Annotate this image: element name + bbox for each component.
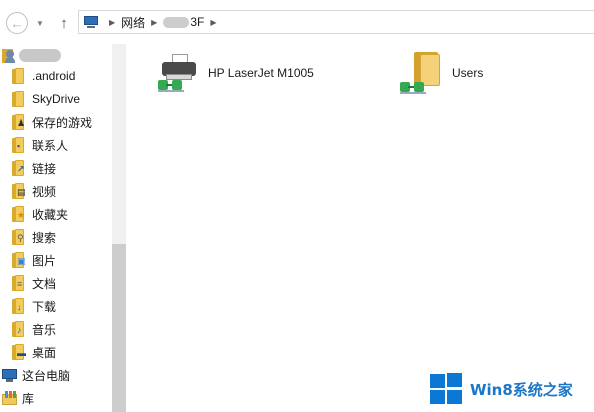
nav-item-label: 搜索 — [32, 230, 57, 245]
videos-folder-icon: ▤ — [12, 183, 26, 199]
up-arrow-icon: ↑ — [60, 14, 68, 32]
nav-item-music[interactable]: ♪ 音乐 — [12, 318, 56, 340]
nav-item-label: 视频 — [32, 184, 57, 199]
nav-item-label: 链接 — [32, 161, 57, 176]
desktop-folder-icon: ▬ — [12, 344, 26, 360]
nav-item-label: 库 — [22, 391, 35, 406]
item-label: HP LaserJet M1005 — [208, 66, 314, 80]
breadcrumb-separator-icon[interactable]: ▶ — [151, 18, 157, 27]
downloads-folder-icon: ↓ — [12, 298, 26, 314]
nav-item-label: 桌面 — [32, 345, 57, 360]
item-shared-printer[interactable]: HP LaserJet M1005 — [158, 52, 314, 94]
pictures-folder-icon: ▣ — [12, 252, 26, 268]
music-folder-icon: ♪ — [12, 321, 26, 337]
nav-item-this-pc[interactable]: 这台电脑 — [2, 364, 70, 386]
saved-games-folder-icon: ♟ — [12, 114, 26, 130]
nav-item-desktop[interactable]: ▬ 桌面 — [12, 341, 56, 363]
site-watermark: Win8系统之家 — [430, 372, 573, 406]
item-shared-folder-users[interactable]: Users — [400, 50, 483, 96]
nav-item-label: 联系人 — [32, 138, 69, 153]
watermark-text: Win8系统之家 — [470, 380, 573, 399]
nav-item-label: .android — [32, 69, 76, 83]
item-label: Users — [452, 66, 484, 80]
libraries-icon — [2, 391, 18, 405]
nav-item-label: 音乐 — [32, 322, 57, 337]
nav-item-videos[interactable]: ▤ 视频 — [12, 180, 56, 202]
breadcrumb-item-host[interactable]: 3F — [190, 15, 204, 29]
recent-locations-button[interactable]: ▼ — [33, 12, 47, 34]
breadcrumb[interactable]: ▶ 网络 ▶ 3F ▶ — [78, 10, 594, 34]
nav-item-label: 保存的游戏 — [32, 115, 93, 130]
nav-item-label: 收藏夹 — [32, 207, 69, 222]
user-folder-icon — [2, 47, 16, 63]
nav-item-skydrive[interactable]: SkyDrive — [12, 88, 80, 110]
nav-pane-scroll-thumb[interactable] — [112, 244, 126, 412]
nav-item-user-folder[interactable] — [2, 44, 61, 66]
redacted-user-name — [19, 48, 61, 62]
breadcrumb-item-network[interactable]: 网络 — [121, 14, 145, 31]
nav-item-label: 这台电脑 — [22, 368, 71, 383]
nav-item-label: 图片 — [32, 253, 57, 268]
nav-item-android[interactable]: .android — [12, 65, 75, 87]
nav-item-favorites[interactable]: ★ 收藏夹 — [12, 203, 68, 225]
nav-item-contacts[interactable]: ▪ 联系人 — [12, 134, 68, 156]
nav-item-downloads[interactable]: ↓ 下载 — [12, 295, 56, 317]
breadcrumb-separator-icon[interactable]: ▶ — [109, 18, 115, 27]
up-button[interactable]: ↑ — [56, 12, 72, 34]
links-folder-icon: ↗ — [12, 160, 26, 176]
chevron-down-icon: ▼ — [36, 18, 44, 28]
contacts-folder-icon: ▪ — [12, 137, 26, 153]
folder-icon — [12, 68, 26, 84]
shared-printer-icon — [158, 52, 200, 94]
nav-item-label: SkyDrive — [32, 92, 81, 106]
address-bar: ← ▼ ↑ ▶ 网络 ▶ 3F ▶ — [0, 0, 594, 44]
nav-item-label: 文档 — [32, 276, 57, 291]
shared-folder-icon — [400, 50, 442, 96]
folder-icon — [12, 91, 26, 107]
computer-icon — [83, 16, 99, 28]
windows-logo-icon — [430, 373, 464, 405]
file-list: HP LaserJet M1005 Users — [126, 44, 594, 412]
nav-item-links[interactable]: ↗ 链接 — [12, 157, 56, 179]
nav-item-saved-games[interactable]: ♟ 保存的游戏 — [12, 111, 92, 133]
redacted-host-name — [163, 16, 190, 28]
nav-item-libraries[interactable]: 库 — [2, 387, 34, 409]
computer-icon — [2, 367, 18, 383]
favorites-folder-icon: ★ — [12, 206, 26, 222]
breadcrumb-separator-icon[interactable]: ▶ — [210, 18, 216, 27]
back-button[interactable]: ← — [6, 12, 28, 34]
back-arrow-icon: ← — [10, 15, 24, 31]
navigation-pane: .android SkyDrive ♟ 保存的游戏 ▪ 联系人 ↗ 链接 ▤ 视… — [0, 44, 126, 412]
nav-item-documents[interactable]: ≡ 文档 — [12, 272, 56, 294]
documents-folder-icon: ≡ — [12, 275, 26, 291]
nav-item-pictures[interactable]: ▣ 图片 — [12, 249, 56, 271]
nav-item-label: 下载 — [32, 299, 57, 314]
searches-folder-icon: ⚲ — [12, 229, 26, 245]
nav-item-searches[interactable]: ⚲ 搜索 — [12, 226, 56, 248]
